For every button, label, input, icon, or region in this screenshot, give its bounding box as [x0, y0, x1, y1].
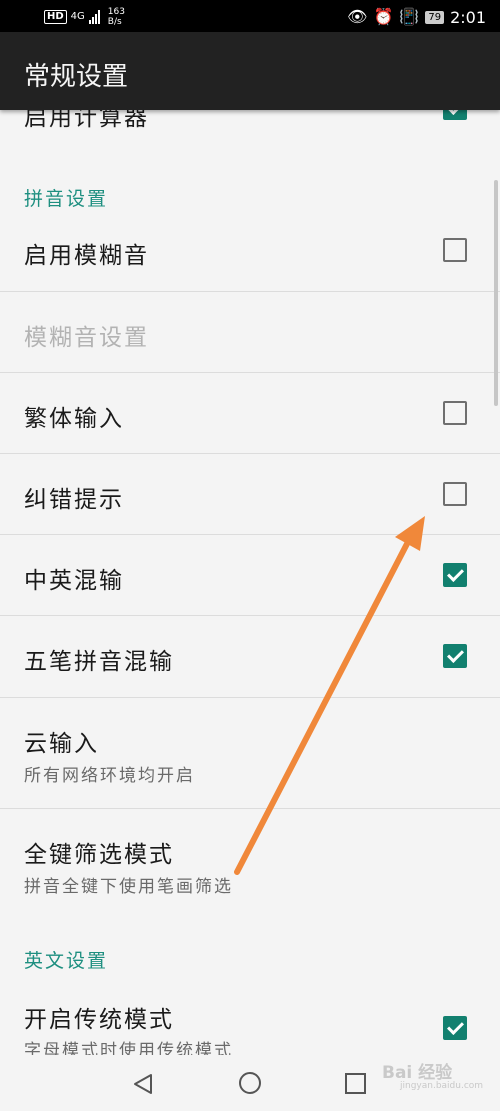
setting-wubi-pinyin[interactable]: 五笔拼音混输 [0, 616, 500, 696]
setting-label: 五笔拼音混输 [24, 649, 174, 675]
setting-fuzzy[interactable]: 启用模糊音 [0, 210, 500, 290]
traditional-checkbox[interactable] [443, 401, 467, 425]
scrollbar[interactable] [494, 180, 498, 406]
setting-traditional-mode[interactable]: 开启传统模式 字母模式时使用传统模式 [0, 980, 500, 1055]
correction-checkbox[interactable] [443, 482, 467, 506]
setting-summary: 拼音全键下使用笔画筛选 [24, 877, 233, 897]
vibrate-icon: 📳 [399, 7, 420, 26]
wubi-pinyin-checkbox[interactable] [443, 644, 467, 668]
calculator-checkbox[interactable] [443, 110, 467, 120]
clock: 2:01 [450, 7, 486, 27]
fuzzy-checkbox[interactable] [443, 238, 467, 262]
settings-list[interactable]: 启用计算器 拼音设置 启用模糊音 模糊音设置 繁体输入 纠错提示 中英混输 五笔… [0, 110, 500, 1055]
setting-label: 模糊音设置 [24, 325, 149, 351]
setting-mixed-cn-en[interactable]: 中英混输 [0, 535, 500, 615]
setting-summary: 字母模式时使用传统模式 [24, 1041, 233, 1055]
setting-label: 开启传统模式 [24, 1007, 174, 1033]
setting-summary: 所有网络环境均开启 [24, 766, 195, 786]
mixed-cn-en-checkbox[interactable] [443, 563, 467, 587]
setting-calculator[interactable]: 启用计算器 [0, 110, 500, 140]
setting-cloud-input[interactable]: 云输入 所有网络环境均开启 [0, 698, 500, 808]
traditional-mode-checkbox[interactable] [443, 1016, 467, 1040]
setting-label: 纠错提示 [24, 487, 124, 513]
hd-badge: HD [44, 10, 67, 24]
setting-full-key-filter[interactable]: 全键筛选模式 拼音全键下使用笔画筛选 [0, 809, 500, 919]
setting-label: 中英混输 [24, 568, 124, 594]
section-header-pinyin: 拼音设置 [24, 188, 109, 210]
app-bar: 常规设置 [0, 32, 500, 110]
setting-correction[interactable]: 纠错提示 [0, 454, 500, 534]
setting-label: 启用模糊音 [24, 243, 149, 269]
recent-apps-icon[interactable] [345, 1073, 366, 1094]
home-icon[interactable] [239, 1072, 261, 1094]
setting-label: 全键筛选模式 [24, 842, 174, 868]
signal-icon [88, 10, 100, 24]
setting-label: 启用计算器 [24, 110, 149, 131]
status-bar: HD 4G 163 B/s 👁 ⏰ 📳 79 2:01 [0, 0, 500, 32]
battery-icon: 79 [425, 10, 445, 24]
network-speed: 163 B/s [107, 7, 125, 27]
back-icon[interactable] [133, 1073, 153, 1095]
network-type: 4G [70, 11, 85, 22]
setting-label: 云输入 [24, 731, 99, 757]
setting-fuzzy-settings[interactable]: 模糊音设置 [0, 292, 500, 372]
setting-traditional[interactable]: 繁体输入 [0, 373, 500, 453]
watermark-logo: Bai 经验 jingyan.baidu.com [382, 1063, 484, 1091]
section-header-english: 英文设置 [24, 950, 109, 972]
alarm-icon: ⏰ [373, 7, 394, 26]
page-title: 常规设置 [24, 62, 129, 92]
setting-label: 繁体输入 [24, 406, 124, 432]
eye-icon: 👁 [347, 7, 368, 26]
